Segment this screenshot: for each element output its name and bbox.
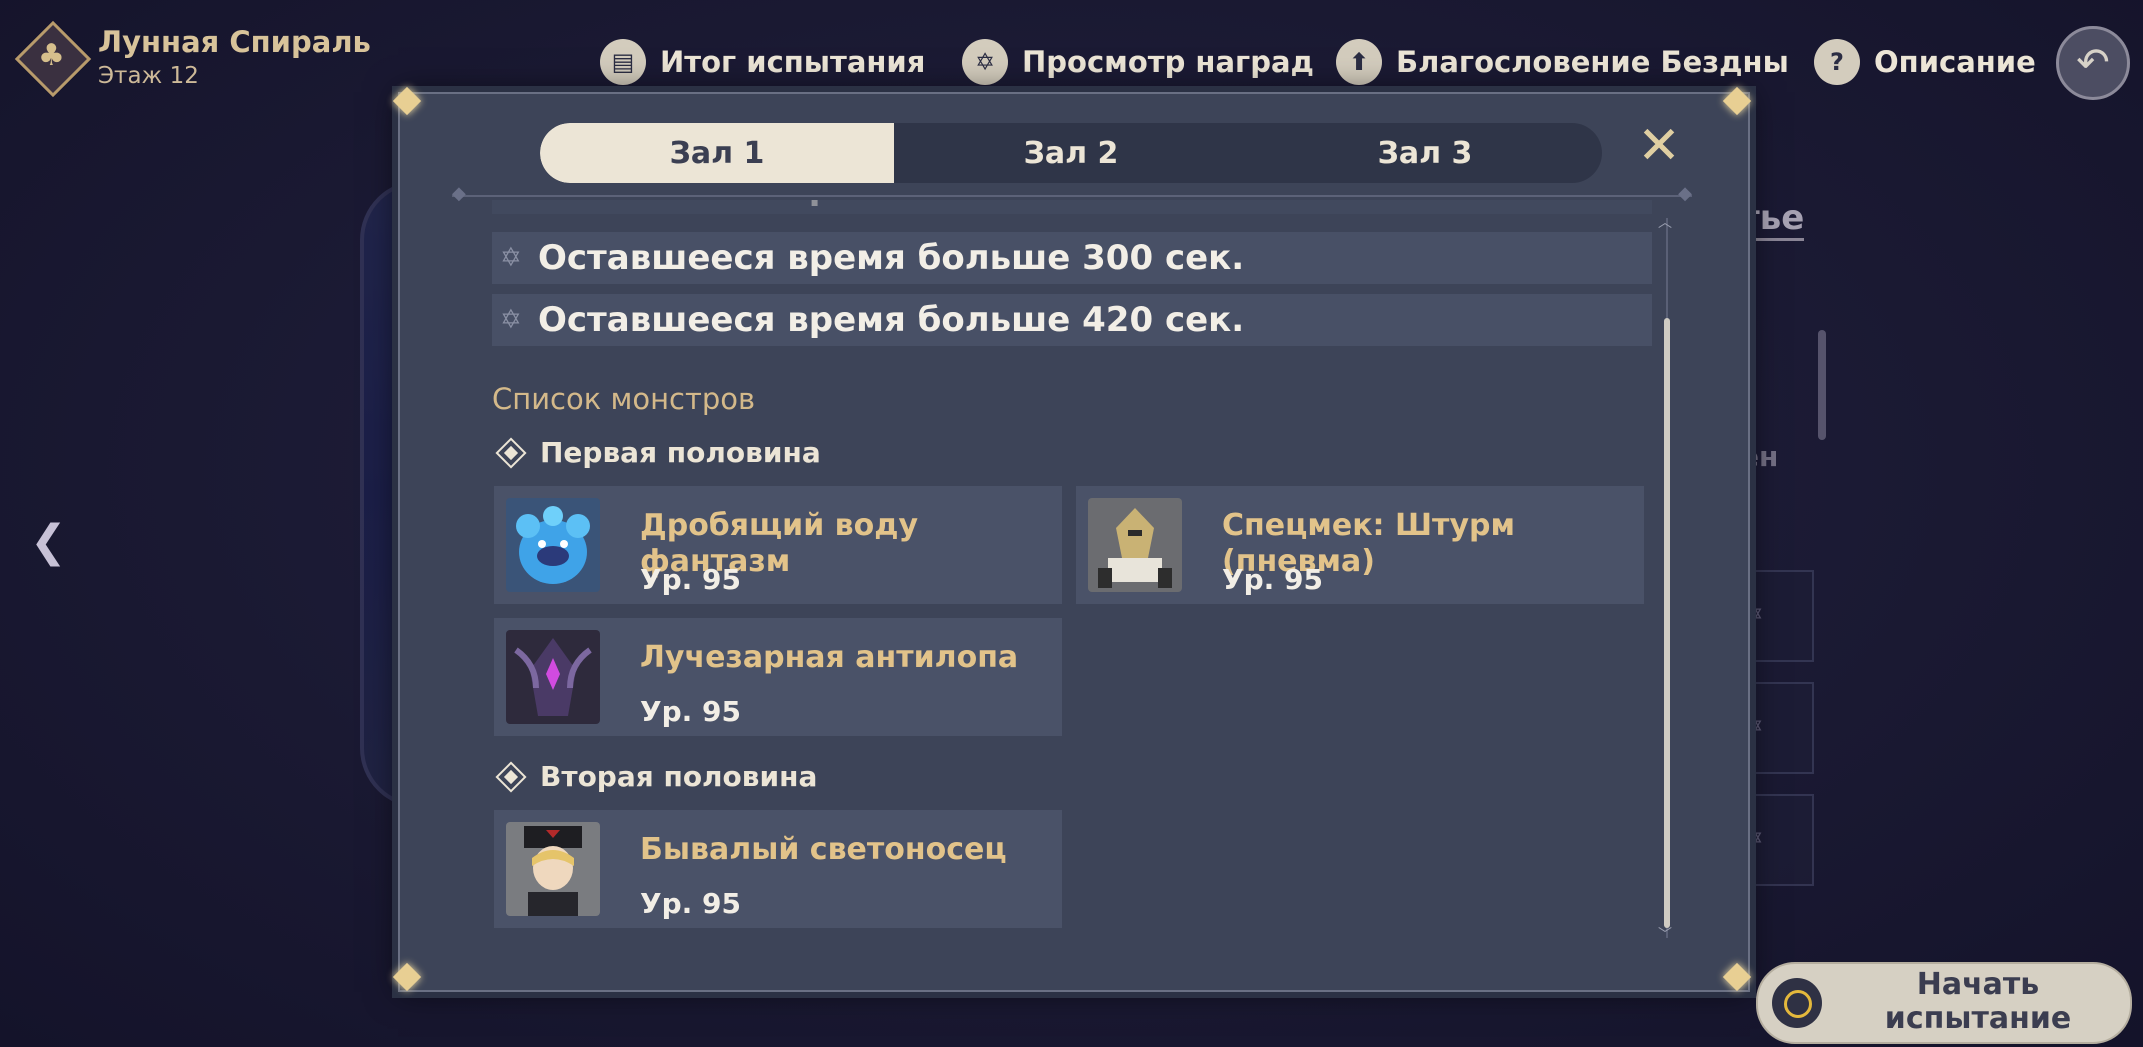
star-icon: ✡: [500, 305, 522, 335]
dialog-scrollbar[interactable]: ︿ ﹀: [1658, 215, 1672, 943]
divider: [452, 183, 1692, 204]
question-icon: ?: [1814, 39, 1860, 85]
back-button[interactable]: ↶: [2056, 26, 2130, 100]
star-badge-icon: ✡: [962, 39, 1008, 85]
monster-level: Ур. 95: [640, 695, 741, 728]
condition-row: ✡ Оставшееся время больше 180 сек.: [492, 200, 1652, 214]
monster-name: Бывалый светоносец: [640, 832, 1007, 867]
tab-hall-1[interactable]: Зал 1: [540, 123, 894, 183]
previous-arrow-icon[interactable]: ❮: [30, 516, 67, 567]
monster-card[interactable]: Бывалый светоносец Ур. 95: [494, 810, 1062, 928]
monster-level: Ур. 95: [1222, 563, 1323, 596]
monster-card[interactable]: Спецмек: Штурм (пневма) Ур. 95: [1076, 486, 1644, 604]
book-icon: ▤: [600, 39, 646, 85]
lightkeeper-portrait: [506, 822, 600, 916]
corner-ornament-icon: [390, 960, 424, 994]
background-scrollbar: [1818, 330, 1826, 440]
abyss-blessing-button[interactable]: ⬆ Благословение Бездны: [1336, 34, 1789, 90]
floor-label: Этаж 12: [98, 63, 199, 89]
up-arrow-icon: ⬆: [1336, 39, 1382, 85]
diamond-icon: [495, 760, 527, 793]
condition-row: ✡ Оставшееся время больше 420 сек.: [492, 294, 1652, 346]
start-challenge-button[interactable]: Начать испытание: [1756, 962, 2132, 1044]
monster-card[interactable]: Дробящий воду фантазм Ур. 95: [494, 486, 1062, 604]
monster-list-title: Список монстров: [492, 382, 756, 416]
antelope-portrait: [506, 630, 600, 724]
chevron-down-icon: ﹀: [1658, 927, 1672, 943]
mek-portrait: [1088, 498, 1182, 592]
tab-hall-3[interactable]: Зал 3: [1248, 123, 1602, 183]
tab-hall-2[interactable]: Зал 2: [894, 123, 1248, 183]
view-rewards-button[interactable]: ✡ Просмотр наград: [962, 34, 1314, 90]
monster-card[interactable]: Лучезарная антилопа Ур. 95: [494, 618, 1062, 736]
condition-row: ✡ Оставшееся время больше 300 сек.: [492, 232, 1652, 284]
abyss-tree-icon: ♣: [14, 20, 92, 98]
first-half-title: Первая половина: [492, 436, 821, 469]
diamond-icon: [495, 436, 527, 469]
corner-ornament-icon: [1720, 960, 1754, 994]
challenge-summary-button[interactable]: ▤ Итог испытания: [600, 34, 925, 90]
background-slot: ✡: [1740, 682, 1814, 774]
background-slot: ✡: [1740, 794, 1814, 886]
description-button[interactable]: ? Описание: [1814, 34, 2036, 90]
domain-brand: ♣ Лунная Спираль Этаж 12: [14, 20, 371, 98]
corner-ornament-icon: [1720, 84, 1754, 118]
chevron-up-icon: ︿: [1658, 215, 1672, 231]
corner-ornament-icon: [390, 84, 424, 118]
hall-tabs: Зал 1 Зал 2 Зал 3: [540, 123, 1602, 183]
background-slot: ✡: [1740, 570, 1814, 662]
star-icon: ✡: [500, 200, 538, 203]
monster-name: Лучезарная антилопа: [640, 640, 1019, 675]
second-half-title: Вторая половина: [492, 760, 817, 793]
hall-content: ✡ Оставшееся время больше 180 сек. ✡ Ост…: [492, 200, 1652, 940]
water-phantasm-portrait: [506, 498, 600, 592]
ring-icon: [1772, 978, 1822, 1028]
close-icon[interactable]: ✕: [1636, 120, 1682, 172]
monster-level: Ур. 95: [640, 887, 741, 920]
domain-title: Лунная Спираль: [98, 25, 371, 59]
star-icon: ✡: [500, 243, 522, 273]
scrollbar-thumb[interactable]: [1664, 318, 1670, 928]
monster-level: Ур. 95: [640, 563, 741, 596]
